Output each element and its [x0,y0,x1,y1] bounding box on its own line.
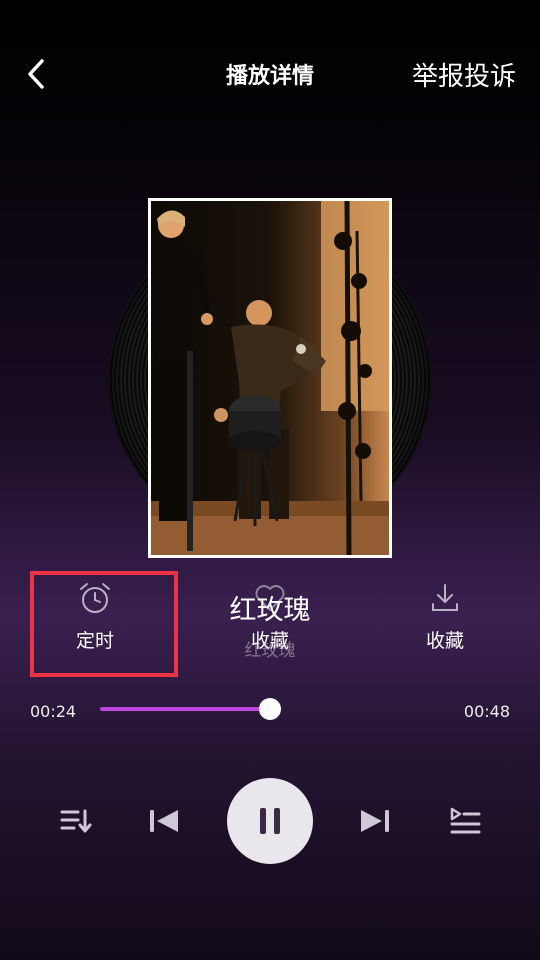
playlist-icon [60,809,92,833]
previous-button[interactable] [140,797,188,845]
next-button[interactable] [351,797,399,845]
playlist-button[interactable] [52,797,100,845]
report-button[interactable]: 举报投诉 [412,56,516,93]
progress-fill [100,707,270,711]
back-icon [28,59,44,89]
page-title: 播放详情 [225,64,314,89]
download-icon [432,584,458,611]
song-title: 红玫瑰 [229,595,311,626]
download-label: 收藏 [425,630,464,652]
total-time: 00:48 [463,702,510,721]
progress-thumb[interactable] [259,698,281,720]
next-icon [361,810,389,832]
album-cover [148,198,392,558]
album-cover-image [151,201,389,555]
queue-button[interactable] [441,797,489,845]
previous-icon [150,810,178,832]
pause-button[interactable] [227,778,313,864]
download-button[interactable]: 收藏 [395,580,495,670]
queue-icon [450,807,481,834]
highlight-box [30,571,178,677]
song-artist: 红玫瑰 [244,641,296,661]
back-button[interactable] [14,54,58,94]
current-time: 00:24 [30,702,77,721]
pause-icon [260,808,280,834]
